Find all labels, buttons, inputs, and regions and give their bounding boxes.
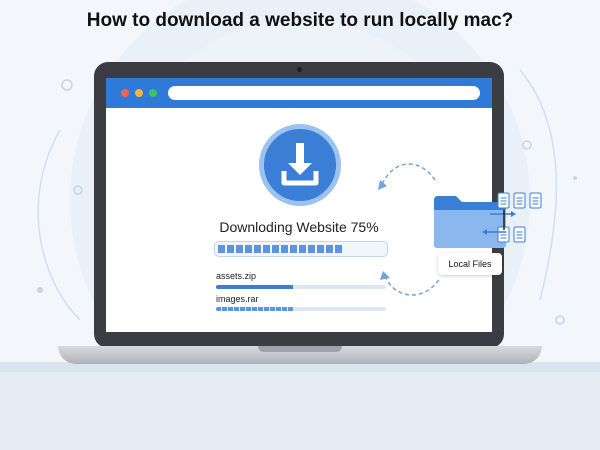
file-progress-fill-images: [216, 307, 293, 311]
laptop-notch: [258, 346, 342, 352]
file-progress-images: [216, 307, 386, 311]
download-icon: [259, 124, 341, 206]
maximize-window-button[interactable]: [149, 89, 157, 97]
page-title: How to download a website to run locally…: [86, 10, 514, 31]
minimize-window-button[interactable]: [135, 89, 143, 97]
address-bar[interactable]: [168, 86, 480, 100]
transfer-arrows-icon: [482, 210, 516, 235]
file-progress-fill-assets: [216, 285, 293, 289]
webcam: [297, 67, 302, 72]
file-name-images: images.rar: [216, 294, 259, 304]
floor: [0, 362, 600, 450]
local-files-label: Local Files: [438, 253, 502, 275]
file-name-assets: assets.zip: [216, 271, 257, 281]
download-progress-fill: [218, 245, 343, 253]
browser-toolbar: [106, 78, 492, 108]
download-progress-bar: [214, 241, 388, 257]
file-progress-assets: [216, 285, 386, 289]
close-window-button[interactable]: [121, 89, 129, 97]
